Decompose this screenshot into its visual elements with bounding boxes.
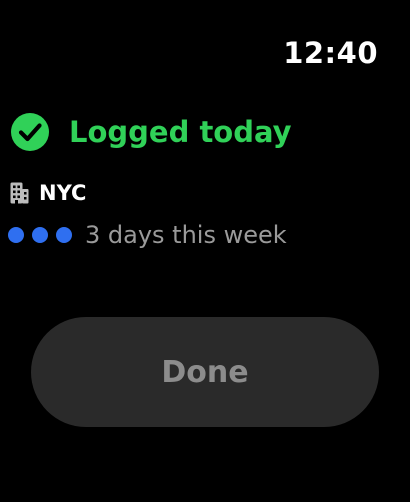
day-dot <box>56 227 72 243</box>
day-dot <box>8 227 24 243</box>
week-label: 3 days this week <box>85 221 287 249</box>
header-title: Logged today <box>69 115 292 149</box>
done-button[interactable]: Done <box>31 317 379 427</box>
week-summary-row: 3 days this week <box>8 219 287 251</box>
building-icon <box>10 182 29 204</box>
status-time: 12:40 <box>283 36 378 70</box>
location-label: NYC <box>39 181 87 205</box>
logged-header: Logged today <box>10 112 292 152</box>
day-dot <box>32 227 48 243</box>
location-row: NYC <box>10 178 86 208</box>
checkmark-circle-icon <box>10 112 50 152</box>
